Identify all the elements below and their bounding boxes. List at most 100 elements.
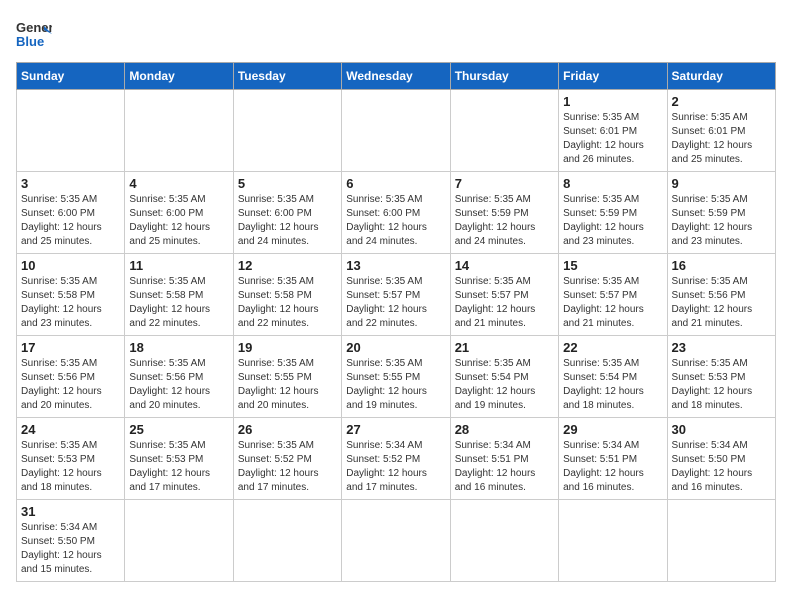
calendar-cell: 21 Sunrise: 5:35 AM Sunset: 5:54 PM Dayli…	[450, 336, 558, 418]
calendar-cell: 26Sunrise: 5:35 AM Sunset: 5:52 PM Dayli…	[233, 418, 341, 500]
svg-text:Blue: Blue	[16, 34, 44, 49]
day-number: 6	[346, 176, 445, 191]
calendar-cell: 31 Sunrise: 5:34 AM Sunset: 5:50 PM Dayli…	[17, 500, 125, 582]
weekday-header-friday: Friday	[559, 63, 667, 90]
day-info: Sunrise: 5:35 AM Sunset: 5:56 PM Dayligh…	[21, 357, 120, 413]
calendar-cell: 30Sunrise: 5:34 AM Sunset: 5:50 PM Dayli…	[667, 418, 775, 500]
calendar-cell	[342, 500, 450, 582]
calendar-cell: 5 Sunrise: 5:35 AM Sunset: 6:00 PM Daylig…	[233, 172, 341, 254]
day-number: 5	[238, 176, 337, 191]
svg-text:General: General	[16, 20, 52, 35]
calendar-cell	[125, 500, 233, 582]
calendar-cell	[233, 500, 341, 582]
day-number: 21	[455, 340, 554, 355]
calendar-cell	[450, 500, 558, 582]
day-number: 3	[21, 176, 120, 191]
day-number: 11	[129, 258, 228, 273]
calendar-cell: 13 Sunrise: 5:35 AM Sunset: 5:57 PM Dayli…	[342, 254, 450, 336]
day-info: Sunrise: 5:35 AM Sunset: 6:00 PM Dayligh…	[238, 193, 337, 249]
day-info: Sunrise: 5:35 AM Sunset: 5:58 PM Dayligh…	[21, 275, 120, 331]
day-number: 25	[129, 422, 228, 437]
day-info: Sunrise: 5:35 AM Sunset: 5:55 PM Dayligh…	[346, 357, 445, 413]
day-info: Sunrise: 5:35 AM Sunset: 5:53 PM Dayligh…	[672, 357, 771, 413]
day-info: Sunrise: 5:35 AM Sunset: 6:01 PM Dayligh…	[672, 111, 771, 167]
calendar-cell: 19 Sunrise: 5:35 AM Sunset: 5:55 PM Dayli…	[233, 336, 341, 418]
calendar-cell: 20Sunrise: 5:35 AM Sunset: 5:55 PM Dayli…	[342, 336, 450, 418]
day-number: 9	[672, 176, 771, 191]
day-info: Sunrise: 5:34 AM Sunset: 5:51 PM Dayligh…	[455, 439, 554, 495]
day-info: Sunrise: 5:35 AM Sunset: 6:00 PM Dayligh…	[129, 193, 228, 249]
day-number: 16	[672, 258, 771, 273]
day-info: Sunrise: 5:35 AM Sunset: 5:59 PM Dayligh…	[672, 193, 771, 249]
day-number: 22	[563, 340, 662, 355]
weekday-header-row: SundayMondayTuesdayWednesdayThursdayFrid…	[17, 63, 776, 90]
calendar-cell	[342, 90, 450, 172]
day-number: 14	[455, 258, 554, 273]
day-number: 8	[563, 176, 662, 191]
day-number: 15	[563, 258, 662, 273]
calendar-cell: 14 Sunrise: 5:35 AM Sunset: 5:57 PM Dayli…	[450, 254, 558, 336]
calendar-cell: 27 Sunrise: 5:34 AM Sunset: 5:52 PM Dayli…	[342, 418, 450, 500]
header: General Blue	[16, 16, 776, 52]
weekday-header-monday: Monday	[125, 63, 233, 90]
calendar-cell: 9 Sunrise: 5:35 AM Sunset: 5:59 PM Daylig…	[667, 172, 775, 254]
weekday-header-saturday: Saturday	[667, 63, 775, 90]
calendar-cell	[667, 500, 775, 582]
calendar-cell: 12Sunrise: 5:35 AM Sunset: 5:58 PM Dayli…	[233, 254, 341, 336]
day-number: 12	[238, 258, 337, 273]
week-row-3: 17 Sunrise: 5:35 AM Sunset: 5:56 PM Dayli…	[17, 336, 776, 418]
calendar-cell: 16 Sunrise: 5:35 AM Sunset: 5:56 PM Dayli…	[667, 254, 775, 336]
day-number: 2	[672, 94, 771, 109]
day-number: 1	[563, 94, 662, 109]
day-info: Sunrise: 5:34 AM Sunset: 5:50 PM Dayligh…	[21, 521, 120, 577]
calendar-cell: 25Sunrise: 5:35 AM Sunset: 5:53 PM Dayli…	[125, 418, 233, 500]
day-number: 26	[238, 422, 337, 437]
day-info: Sunrise: 5:35 AM Sunset: 6:01 PM Dayligh…	[563, 111, 662, 167]
day-number: 29	[563, 422, 662, 437]
day-info: Sunrise: 5:35 AM Sunset: 6:00 PM Dayligh…	[21, 193, 120, 249]
day-number: 4	[129, 176, 228, 191]
calendar-cell: 29 Sunrise: 5:34 AM Sunset: 5:51 PM Dayli…	[559, 418, 667, 500]
calendar-cell: 3 Sunrise: 5:35 AM Sunset: 6:00 PM Daylig…	[17, 172, 125, 254]
day-number: 13	[346, 258, 445, 273]
week-row-5: 31 Sunrise: 5:34 AM Sunset: 5:50 PM Dayli…	[17, 500, 776, 582]
week-row-0: 1 Sunrise: 5:35 AM Sunset: 6:01 PM Daylig…	[17, 90, 776, 172]
calendar-cell: 4 Sunrise: 5:35 AM Sunset: 6:00 PM Daylig…	[125, 172, 233, 254]
day-info: Sunrise: 5:35 AM Sunset: 5:56 PM Dayligh…	[129, 357, 228, 413]
day-info: Sunrise: 5:35 AM Sunset: 5:57 PM Dayligh…	[346, 275, 445, 331]
day-info: Sunrise: 5:35 AM Sunset: 5:58 PM Dayligh…	[129, 275, 228, 331]
day-info: Sunrise: 5:34 AM Sunset: 5:51 PM Dayligh…	[563, 439, 662, 495]
day-number: 27	[346, 422, 445, 437]
logo-icon: General Blue	[16, 16, 52, 52]
calendar-cell: 17 Sunrise: 5:35 AM Sunset: 5:56 PM Dayli…	[17, 336, 125, 418]
calendar-cell: 8Sunrise: 5:35 AM Sunset: 5:59 PM Daylig…	[559, 172, 667, 254]
day-info: Sunrise: 5:35 AM Sunset: 5:53 PM Dayligh…	[21, 439, 120, 495]
day-info: Sunrise: 5:35 AM Sunset: 5:55 PM Dayligh…	[238, 357, 337, 413]
day-info: Sunrise: 5:35 AM Sunset: 5:54 PM Dayligh…	[455, 357, 554, 413]
calendar-cell: 2 Sunrise: 5:35 AM Sunset: 6:01 PM Daylig…	[667, 90, 775, 172]
calendar-cell: 1 Sunrise: 5:35 AM Sunset: 6:01 PM Daylig…	[559, 90, 667, 172]
day-number: 7	[455, 176, 554, 191]
week-row-1: 3 Sunrise: 5:35 AM Sunset: 6:00 PM Daylig…	[17, 172, 776, 254]
day-info: Sunrise: 5:35 AM Sunset: 5:57 PM Dayligh…	[455, 275, 554, 331]
day-info: Sunrise: 5:35 AM Sunset: 5:56 PM Dayligh…	[672, 275, 771, 331]
calendar-cell: 10Sunrise: 5:35 AM Sunset: 5:58 PM Dayli…	[17, 254, 125, 336]
calendar-cell	[17, 90, 125, 172]
calendar-cell: 18Sunrise: 5:35 AM Sunset: 5:56 PM Dayli…	[125, 336, 233, 418]
day-info: Sunrise: 5:35 AM Sunset: 5:57 PM Dayligh…	[563, 275, 662, 331]
week-row-4: 24Sunrise: 5:35 AM Sunset: 5:53 PM Dayli…	[17, 418, 776, 500]
day-number: 30	[672, 422, 771, 437]
calendar-cell: 6Sunrise: 5:35 AM Sunset: 6:00 PM Daylig…	[342, 172, 450, 254]
week-row-2: 10Sunrise: 5:35 AM Sunset: 5:58 PM Dayli…	[17, 254, 776, 336]
calendar-cell: 15 Sunrise: 5:35 AM Sunset: 5:57 PM Dayli…	[559, 254, 667, 336]
day-number: 17	[21, 340, 120, 355]
day-number: 19	[238, 340, 337, 355]
day-number: 23	[672, 340, 771, 355]
weekday-header-tuesday: Tuesday	[233, 63, 341, 90]
day-info: Sunrise: 5:34 AM Sunset: 5:52 PM Dayligh…	[346, 439, 445, 495]
calendar-cell: 23 Sunrise: 5:35 AM Sunset: 5:53 PM Dayli…	[667, 336, 775, 418]
calendar-cell: 7Sunrise: 5:35 AM Sunset: 5:59 PM Daylig…	[450, 172, 558, 254]
weekday-header-sunday: Sunday	[17, 63, 125, 90]
calendar-cell	[559, 500, 667, 582]
day-number: 31	[21, 504, 120, 519]
